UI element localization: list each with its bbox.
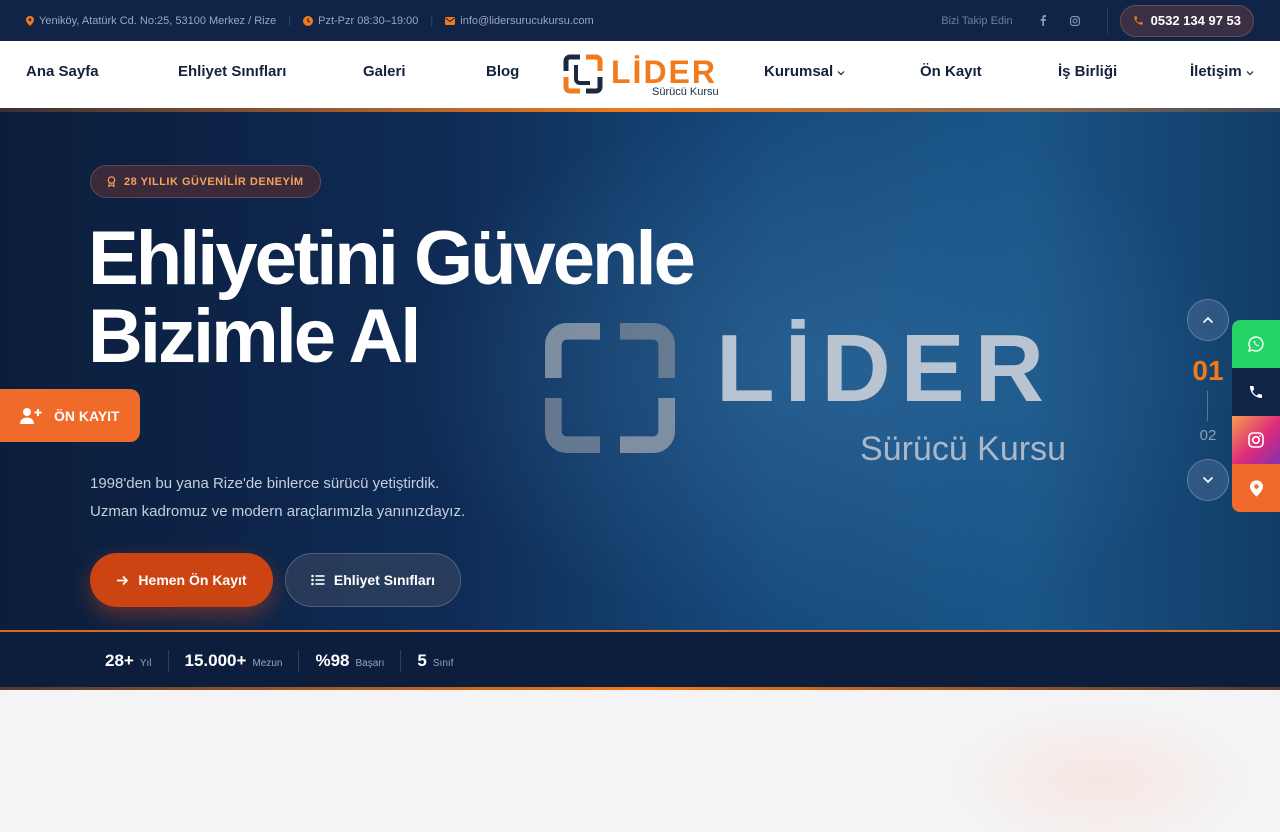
phone-icon: [1250, 386, 1262, 398]
phone-number: 0532 134 97 53: [1150, 13, 1241, 28]
main-nav: Ana Sayfa Ehliyet Sınıfları Galeri Blog …: [0, 41, 1280, 108]
divider: [400, 650, 402, 672]
side-social-bar: [1232, 320, 1280, 512]
instagram-button[interactable]: [1232, 416, 1280, 464]
nav-on-kayit[interactable]: Ön Kayıt: [920, 63, 982, 80]
hero-description: 1998'den bu yana Rize'de binlerce sürücü…: [90, 470, 610, 526]
register-now-button[interactable]: Hemen Ön Kayıt: [90, 553, 273, 607]
slider-controls: 01 02: [1187, 299, 1229, 501]
register-now-label: Hemen Ön Kayıt: [138, 572, 247, 588]
divider: [167, 650, 169, 672]
follow-label: Bizi Takip Edin: [941, 14, 1013, 27]
envelope-icon: [445, 16, 456, 25]
stat-value: 15.000+: [184, 651, 247, 670]
floating-register-label: ÖN KAYIT: [54, 407, 120, 424]
nav-blog[interactable]: Blog: [486, 63, 519, 80]
hours-text: Pzt-Pzr 08:30–19:00: [318, 14, 419, 27]
hero-section: LİDER Sürücü Kursu 28 YILLIK GÜVENİLİR D…: [0, 108, 1280, 690]
hero-bg-logo-word: LİDER: [716, 315, 1054, 422]
chevron-down-icon: [1246, 71, 1254, 76]
stat-label: Mezun: [252, 658, 283, 669]
facebook-icon[interactable]: [1036, 14, 1050, 28]
top-bar: Yeniköy, Atatürk Cd. No:25, 53100 Merkez…: [0, 0, 1280, 41]
stat-label: Yıl: [139, 658, 152, 669]
hero-bg-logo-sub: Sürücü Kursu: [860, 430, 1066, 468]
slider-prev-button[interactable]: [1187, 299, 1229, 341]
award-icon: [107, 176, 116, 187]
user-plus-icon: [20, 407, 42, 424]
stat-success: %98 Başarı: [315, 651, 384, 671]
nav-iletisim-label: İletişim: [1190, 63, 1242, 80]
nav-galeri[interactable]: Galeri: [363, 63, 406, 80]
email-info[interactable]: info@lidersurucukursu.com: [445, 15, 594, 27]
topbar-right: Bizi Takip Edin 0532 134 97 53: [941, 4, 1254, 37]
map-button[interactable]: [1232, 464, 1280, 512]
slide-divider: [1207, 391, 1208, 421]
whatsapp-icon: [1248, 336, 1264, 352]
stat-value: 28+: [105, 651, 134, 670]
nav-is-birligi[interactable]: İş Birliği: [1058, 63, 1117, 80]
hero-desc-line-2: Uzman kadromuz ve modern araçlarımızla y…: [90, 503, 466, 520]
whatsapp-button[interactable]: [1232, 320, 1280, 368]
address-info: Yeniköy, Atatürk Cd. No:25, 53100 Merkez…: [26, 15, 276, 27]
hero-desc-line-1: 1998'den bu yana Rize'de binlerce sürücü…: [90, 475, 440, 492]
instagram-icon[interactable]: [1068, 14, 1082, 28]
slide-next-number: 02: [1199, 427, 1217, 444]
slider-next-button[interactable]: [1187, 459, 1229, 501]
license-classes-button[interactable]: Ehliyet Sınıfları: [285, 553, 461, 607]
experience-badge: 28 YILLIK GÜVENİLİR DENEYİM: [90, 165, 321, 198]
location-pin-icon: [26, 15, 34, 26]
arrow-right-icon: [117, 575, 129, 585]
nav-ehliyet-siniflari[interactable]: Ehliyet Sınıfları: [178, 63, 286, 80]
location-pin-icon: [1249, 479, 1263, 497]
stat-value: 5: [417, 651, 427, 670]
stat-label: Sınıf: [432, 658, 454, 669]
stat-years: 28+ Yıl: [105, 651, 152, 671]
nav-kurumsal[interactable]: Kurumsal: [764, 63, 845, 80]
stat-value: %98: [315, 651, 350, 670]
clock-icon: [303, 15, 314, 26]
stat-label: Başarı: [355, 658, 385, 669]
divider: |: [430, 14, 434, 27]
nav-ana-sayfa[interactable]: Ana Sayfa: [26, 63, 99, 80]
badge-text: 28 YILLIK GÜVENİLİR DENEYİM: [124, 175, 304, 188]
address-text: Yeniköy, Atatürk Cd. No:25, 53100 Merkez…: [39, 14, 277, 27]
stat-graduates: 15.000+ Mezun: [185, 651, 283, 671]
slide-current-number: 01: [1192, 355, 1224, 386]
logo-subtitle: Sürücü Kursu: [652, 86, 719, 98]
logo-mark-icon: [563, 54, 603, 94]
divider: |: [288, 14, 292, 27]
nav-iletisim[interactable]: İletişim: [1190, 63, 1254, 80]
list-icon: [311, 574, 325, 586]
stat-classes: 5 Sınıf: [417, 651, 453, 671]
instagram-icon: [1248, 432, 1264, 448]
nav-kurumsal-label: Kurumsal: [764, 63, 834, 80]
site-logo[interactable]: LİDER Sürücü Kursu: [562, 51, 722, 101]
license-classes-label: Ehliyet Sınıfları: [333, 572, 436, 588]
decorative-glow: [940, 700, 1260, 832]
next-section: [0, 690, 1280, 832]
divider: [1106, 7, 1108, 34]
call-button[interactable]: [1232, 368, 1280, 416]
stats-bar: 28+ Yıl 15.000+ Mezun %98 Başarı 5 Sınıf: [0, 630, 1280, 690]
email-link[interactable]: info@lidersurucukursu.com: [460, 15, 593, 27]
hours-info: Pzt-Pzr 08:30–19:00: [303, 15, 418, 27]
chevron-down-icon: [1202, 476, 1214, 484]
hero-title: Ehliyetini Güvenle Bizimle Al: [88, 216, 696, 379]
divider: [298, 650, 300, 672]
phone-icon: [1134, 16, 1143, 25]
floating-register-button[interactable]: ÖN KAYIT: [0, 389, 140, 442]
chevron-down-icon: [837, 71, 845, 76]
chevron-up-icon: [1202, 316, 1214, 324]
phone-button[interactable]: 0532 134 97 53: [1119, 4, 1254, 37]
